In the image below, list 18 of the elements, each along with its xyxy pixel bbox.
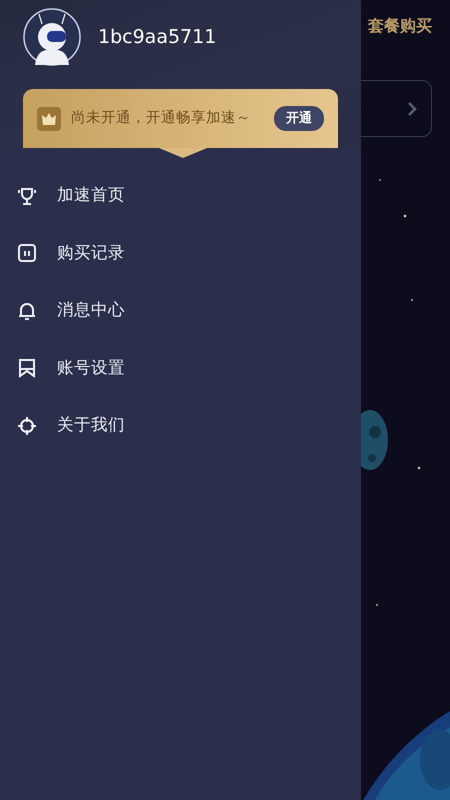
menu-item[interactable]: 关于我们 <box>0 397 361 454</box>
bell-icon <box>17 300 37 321</box>
activate-button[interactable]: 开通 <box>274 106 324 132</box>
page-title: 套餐购买 <box>368 15 432 37</box>
square-icon <box>17 243 37 264</box>
crosshair-icon <box>17 416 37 436</box>
chevron-right-icon <box>407 100 417 116</box>
vip-prompt: 尚未开通，开通畅享加速～ <box>71 108 252 128</box>
menu-item[interactable]: 加速首页 <box>0 167 361 224</box>
username: 1bc9aa5711 <box>98 24 216 50</box>
crown-icon <box>37 106 61 130</box>
menu-item[interactable]: 账号设置 <box>0 340 361 397</box>
menu-item[interactable]: 购买记录 <box>0 224 361 282</box>
avatar[interactable] <box>23 8 81 66</box>
bookmark-icon <box>17 358 37 378</box>
trophy-icon <box>17 186 37 206</box>
banner-pointer <box>159 148 207 158</box>
menu-item[interactable]: 消息中心 <box>0 282 361 340</box>
